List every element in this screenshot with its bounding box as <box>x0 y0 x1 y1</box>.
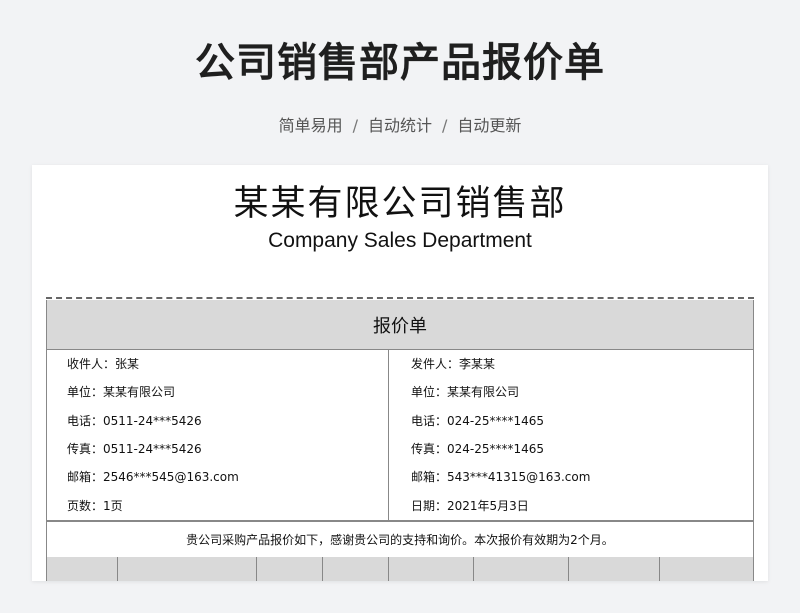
table-column-divider <box>256 557 257 581</box>
dashed-divider <box>46 297 754 299</box>
tag-separator: / <box>442 116 448 135</box>
quote-title-bar: 报价单 <box>46 300 754 350</box>
receiver-company: 单位：某某有限公司 <box>67 385 176 399</box>
table-column-divider <box>388 557 389 581</box>
receiver-pages: 页数：1页 <box>67 499 123 513</box>
receiver-phone: 电话：0511-24***5426 <box>67 414 202 428</box>
table-column-divider <box>659 557 660 581</box>
table-column-divider <box>473 557 474 581</box>
quote-title: 报价单 <box>373 315 427 337</box>
sender-phone: 电话：024-25****1465 <box>411 414 545 428</box>
receiver-email: 邮箱：2546***545@163.com <box>67 470 239 484</box>
receiver-column: 收件人：张某 单位：某某有限公司 电话：0511-24***5426 传真：05… <box>47 350 389 520</box>
tag-auto-stats: 自动统计 <box>367 116 432 135</box>
company-name-en: Company Sales Department <box>268 229 532 252</box>
receiver-name: 收件人：张某 <box>67 357 140 371</box>
tag-separator: / <box>352 116 358 135</box>
sender-fax: 传真：024-25****1465 <box>411 442 545 456</box>
contact-info-box: 收件人：张某 单位：某某有限公司 电话：0511-24***5426 传真：05… <box>46 350 754 521</box>
receiver-fax: 传真：0511-24***5426 <box>67 442 202 456</box>
table-column-divider <box>568 557 569 581</box>
quote-sheet: 某某有限公司销售部 Company Sales Department 报价单 收… <box>32 165 768 581</box>
table-header-strip <box>46 557 754 581</box>
company-name-cn: 某某有限公司销售部 <box>233 184 567 224</box>
sender-email: 邮箱：543***41315@163.com <box>411 470 591 484</box>
tag-auto-update: 自动更新 <box>457 116 522 135</box>
quote-note: 贵公司采购产品报价如下，感谢贵公司的支持和询价。本次报价有效期为2个月。 <box>46 521 754 558</box>
table-column-divider <box>117 557 118 581</box>
sender-column: 发件人：李某某 单位：某某有限公司 电话：024-25****1465 传真：0… <box>389 350 753 520</box>
sender-company: 单位：某某有限公司 <box>411 385 520 399</box>
page-title: 公司销售部产品报价单 <box>195 40 605 86</box>
sender-date: 日期：2021年5月3日 <box>411 499 529 513</box>
table-column-divider <box>322 557 323 581</box>
tag-easy: 简单易用 <box>278 116 343 135</box>
subtitle-tags: 简单易用 / 自动统计 / 自动更新 <box>0 112 800 136</box>
sender-name: 发件人：李某某 <box>411 357 496 371</box>
quote-note-text: 贵公司采购产品报价如下，感谢贵公司的支持和询价。本次报价有效期为2个月。 <box>186 533 614 547</box>
